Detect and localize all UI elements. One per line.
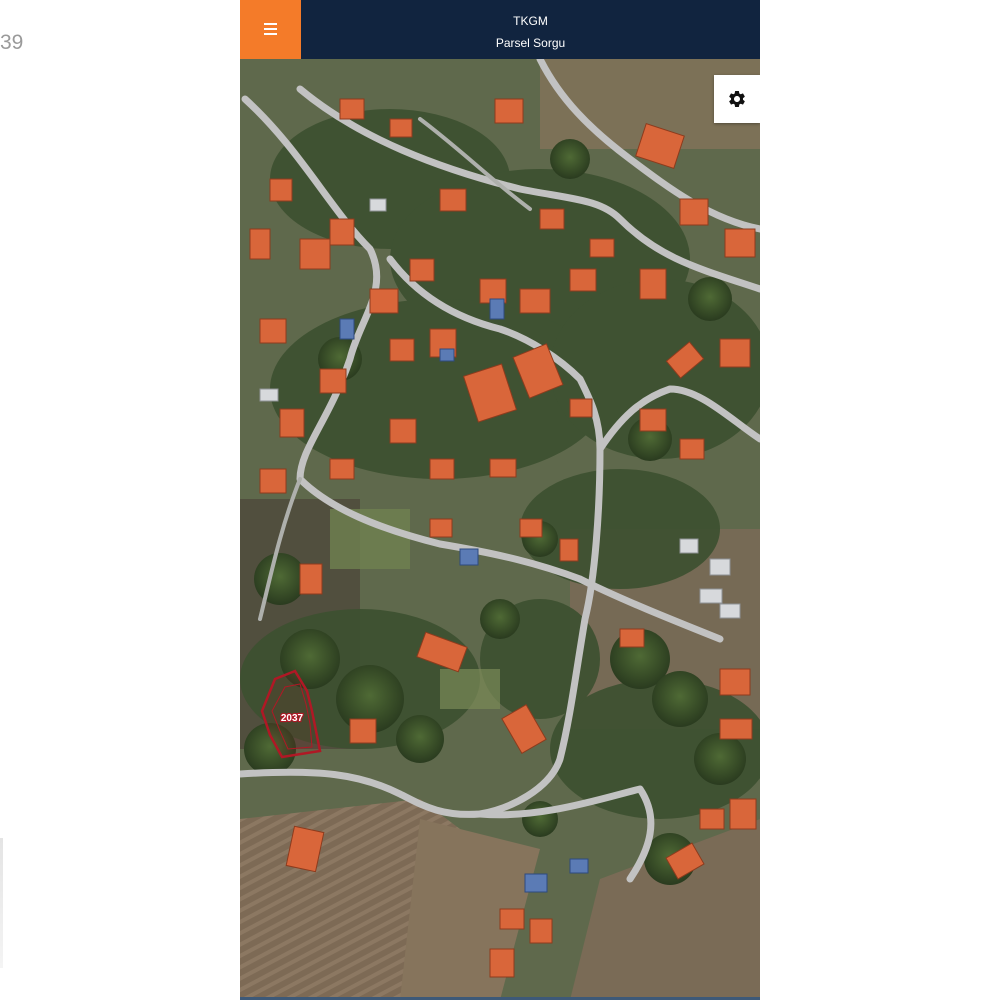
edge-fragment-text: 39 xyxy=(0,31,24,54)
gear-icon xyxy=(729,90,745,107)
map-settings-button[interactable] xyxy=(714,75,760,123)
menu-button[interactable] xyxy=(240,0,301,59)
app-header: TKGM Parsel Sorgu xyxy=(240,0,760,59)
satellite-map[interactable]: 2037 xyxy=(240,59,760,1000)
app-screen: TKGM Parsel Sorgu 2037 xyxy=(240,0,760,1000)
app-title: TKGM xyxy=(513,14,548,28)
header-title-group: TKGM Parsel Sorgu xyxy=(301,0,760,59)
app-subtitle: Parsel Sorgu xyxy=(495,36,566,50)
edge-fragment-mark xyxy=(0,838,3,968)
parcel-number-label: 2037 xyxy=(281,713,304,724)
